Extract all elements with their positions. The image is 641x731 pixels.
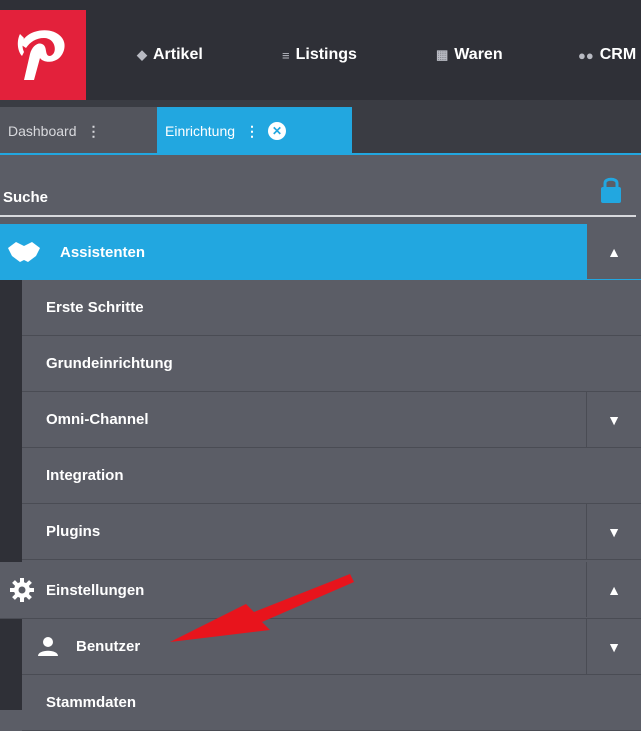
- menu-item-label: Stammdaten: [46, 694, 137, 711]
- menu-item-omni-channel[interactable]: Omni-Channel ▼: [22, 392, 641, 448]
- search-label: Suche: [3, 189, 49, 206]
- nav-artikel-label: Artikel: [153, 46, 203, 63]
- tag-icon: ◆: [137, 47, 147, 62]
- menu-item-label: Integration: [46, 467, 124, 484]
- tab-close-icon[interactable]: ✕: [268, 122, 287, 140]
- users-icon: ●●: [578, 47, 594, 63]
- menu-item-label: Plugins: [46, 523, 101, 540]
- menu-item-integration[interactable]: Integration: [22, 448, 641, 504]
- section-einstellungen[interactable]: Einstellungen ▲: [0, 562, 641, 619]
- section-assistenten-label: Assistenten: [60, 243, 146, 261]
- search-underline: [0, 215, 636, 217]
- menu-item-grundeinrichtung[interactable]: Grundeinrichtung: [22, 336, 641, 392]
- tab-einrichtung[interactable]: Einrichtung ⋮ ✕: [157, 107, 352, 155]
- chevron-down-icon[interactable]: ▼: [586, 392, 641, 447]
- tab-einrichtung-label: Einrichtung: [165, 123, 236, 139]
- menu-item-label: Benutzer: [76, 638, 141, 655]
- brand-logo[interactable]: [0, 10, 86, 100]
- tab-dashboard-label: Dashboard: [8, 123, 77, 139]
- menu-item-stammdaten[interactable]: Stammdaten: [22, 675, 641, 731]
- nested-indent-bar: [0, 280, 22, 710]
- handshake-icon: [8, 242, 40, 262]
- nav-crm[interactable]: ●● CRM: [578, 46, 636, 64]
- chevron-up-icon[interactable]: ▲: [587, 224, 641, 279]
- menu-item-label: Omni-Channel: [46, 411, 149, 428]
- tab-einrichtung-menu-icon[interactable]: ⋮: [245, 123, 259, 140]
- menu-item-label: Erste Schritte: [46, 299, 144, 316]
- lock-icon[interactable]: [598, 175, 624, 205]
- tab-dashboard-menu-icon[interactable]: ⋮: [87, 123, 101, 140]
- menu-item-label: Grundeinrichtung: [46, 355, 173, 372]
- gear-icon: [10, 578, 34, 602]
- chevron-down-icon[interactable]: ▼: [586, 619, 641, 674]
- search-area[interactable]: Suche: [0, 155, 641, 217]
- tab-dashboard[interactable]: Dashboard ⋮: [0, 107, 158, 155]
- nav-waren-label: Waren: [454, 46, 503, 63]
- menu-item-erste-schritte[interactable]: Erste Schritte: [22, 280, 641, 336]
- list-icon: ≡: [282, 47, 290, 63]
- nav-waren[interactable]: ▦ Waren: [436, 46, 503, 64]
- tab-bar: Dashboard ⋮ Einrichtung ⋮ ✕: [0, 100, 641, 155]
- chevron-up-icon[interactable]: ▲: [586, 562, 641, 617]
- section-assistenten[interactable]: Assistenten ▲: [0, 224, 641, 280]
- menu-item-plugins[interactable]: Plugins ▼: [22, 504, 641, 560]
- user-icon: [38, 637, 58, 656]
- top-navigation-bar: ◆ Artikel ≡ Listings ▦ Waren ●● CRM: [0, 0, 641, 100]
- menu-item-benutzer[interactable]: Benutzer ▼: [22, 619, 641, 675]
- nav-artikel[interactable]: ◆ Artikel: [137, 46, 203, 64]
- plenty-logo-icon: [17, 30, 65, 80]
- nav-listings[interactable]: ≡ Listings: [282, 46, 357, 64]
- nav-listings-label: Listings: [295, 46, 357, 63]
- section-einstellungen-label: Einstellungen: [46, 581, 145, 599]
- nav-crm-label: CRM: [599, 46, 637, 63]
- chevron-down-icon[interactable]: ▼: [586, 504, 641, 559]
- boxes-icon: ▦: [436, 47, 449, 62]
